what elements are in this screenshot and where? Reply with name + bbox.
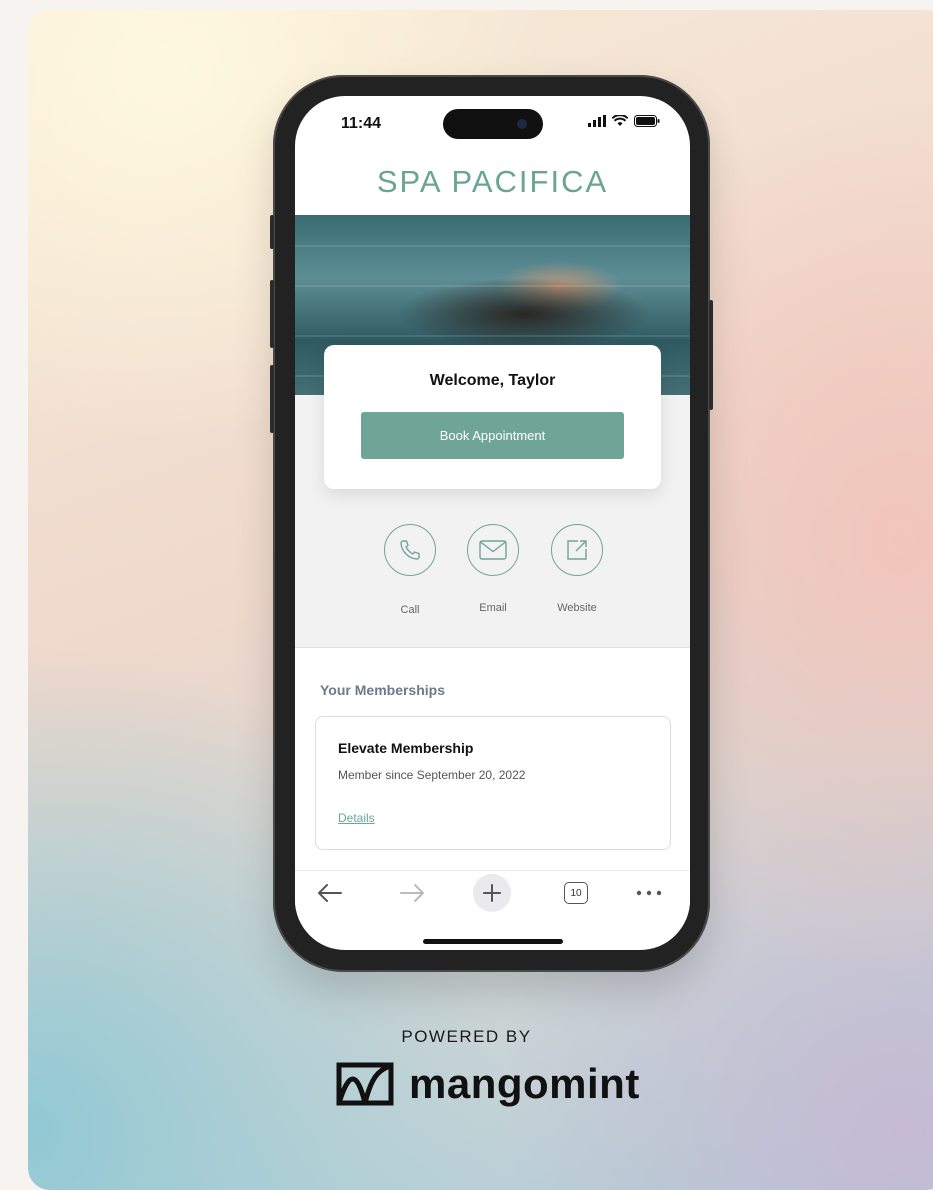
mangomint-logo-icon bbox=[336, 1062, 394, 1106]
more-icon bbox=[636, 890, 662, 896]
membership-details-link[interactable]: Details bbox=[338, 811, 375, 825]
mangomint-logo: mangomint bbox=[335, 1060, 640, 1108]
volume-up-button bbox=[270, 280, 274, 348]
forward-button[interactable] bbox=[397, 871, 427, 915]
tab-count: 10 bbox=[564, 882, 588, 904]
status-icons bbox=[588, 115, 660, 127]
arrow-left-icon bbox=[318, 884, 342, 902]
mail-icon bbox=[467, 524, 519, 576]
website-label: Website bbox=[557, 602, 597, 614]
welcome-card: Welcome, Taylor Book Appointment bbox=[324, 345, 661, 489]
membership-title: Elevate Membership bbox=[338, 740, 474, 756]
email-action[interactable]: Email bbox=[463, 524, 523, 614]
plus-icon bbox=[473, 874, 511, 912]
wifi-icon bbox=[612, 115, 628, 126]
new-tab-button[interactable] bbox=[473, 871, 511, 915]
phone-screen: 11:44 SPA PACIFICA Welcome, Taylor Book … bbox=[295, 96, 690, 950]
membership-card: Elevate Membership Member since Septembe… bbox=[315, 716, 671, 850]
section-divider bbox=[295, 647, 690, 648]
website-action[interactable]: Website bbox=[547, 524, 607, 614]
powered-by-label: POWERED BY bbox=[401, 1027, 532, 1046]
call-action[interactable]: Call bbox=[380, 524, 440, 616]
volume-down-button bbox=[270, 365, 274, 433]
camera-icon bbox=[517, 119, 527, 129]
arrow-right-icon bbox=[400, 884, 424, 902]
book-appointment-button[interactable]: Book Appointment bbox=[361, 412, 624, 459]
status-time: 11:44 bbox=[341, 115, 382, 132]
home-indicator bbox=[423, 939, 563, 944]
phone-icon bbox=[384, 524, 436, 576]
more-button[interactable] bbox=[635, 871, 663, 915]
back-button[interactable] bbox=[315, 871, 345, 915]
phone-frame: 11:44 SPA PACIFICA Welcome, Taylor Book … bbox=[270, 75, 713, 972]
brand-logo: SPA PACIFICA bbox=[376, 164, 609, 199]
membership-since: Member since September 20, 2022 bbox=[338, 768, 526, 782]
tabs-button[interactable]: 10 bbox=[563, 871, 589, 915]
dynamic-island bbox=[443, 109, 543, 139]
external-link-icon bbox=[551, 524, 603, 576]
memberships-heading: Your Memberships bbox=[320, 682, 445, 698]
call-label: Call bbox=[400, 604, 420, 616]
email-label: Email bbox=[479, 602, 507, 614]
welcome-title: Welcome, Taylor bbox=[429, 372, 556, 389]
browser-toolbar: 10 bbox=[295, 870, 690, 921]
signal-icon bbox=[588, 115, 606, 127]
power-button bbox=[709, 300, 713, 410]
logo-text: mangomint bbox=[409, 1060, 640, 1107]
mute-switch bbox=[270, 215, 274, 249]
status-bar: 11:44 bbox=[295, 96, 690, 152]
battery-icon bbox=[634, 115, 660, 127]
